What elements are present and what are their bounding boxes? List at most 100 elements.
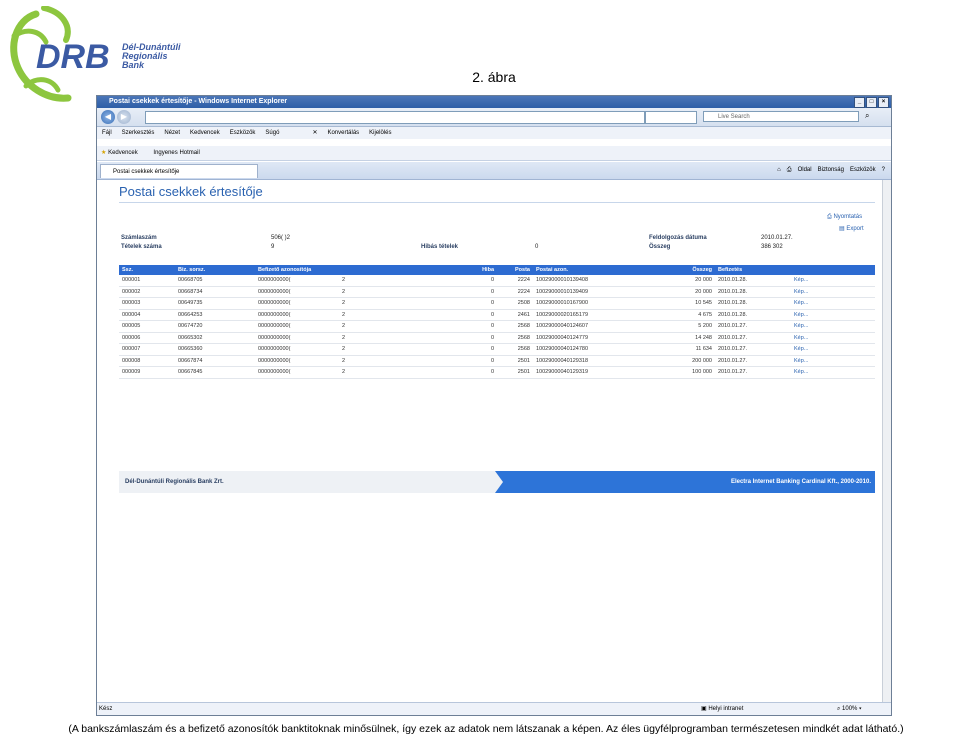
tab-bar: Postai csekkek értesítője ⌂ ⎙ Oldal Bizt… [97,162,891,180]
table-row[interactable]: 000001 00668705 0000000000(2 0 2224 100290000… [119,275,875,287]
table-row[interactable]: 000005 00674720 0000000000(2 0 2568 100290000… [119,320,875,333]
table-cell: 000007 [119,343,175,356]
menu-view[interactable]: Nézet [159,127,185,139]
close-toolbar-icon[interactable]: ✕ [284,127,322,139]
col-payment-date[interactable]: Befizetés [715,265,791,275]
col-post[interactable]: Posta [497,265,533,275]
table-row[interactable]: 000009 00667845 0000000000(2 0 2501 100290000… [119,366,875,379]
table-cell: 000006 [119,332,175,344]
image-link[interactable]: Kép... [791,366,875,379]
forward-icon[interactable]: ▶ [117,110,131,124]
menu-file[interactable]: Fájl [97,127,117,139]
table-cell: 11 634 [649,343,715,356]
security-menu[interactable]: Biztonság [818,162,844,179]
favorites-bar: ★ Kedvencek Ingyenes Hotmail [97,146,891,161]
menu-edit[interactable]: Szerkesztés [117,127,160,139]
browser-window: Postai csekkek értesítője - Windows Inte… [96,95,892,716]
table-cell: 2010.01.28. [715,286,791,298]
sum-value: 386 302 [761,244,783,250]
print-link[interactable]: ⎙ Nyomtatás [827,211,864,223]
table-cell: 2010.01.28. [715,297,791,310]
table-cell: 0 [381,366,497,379]
menu-tools[interactable]: Eszközök [225,127,261,139]
home-icon[interactable]: ⌂ [777,162,781,179]
address-toolbar: ◀ ▶ Live Search ⌕ [97,108,891,127]
col-payer-id[interactable]: Befizető azonosítója [255,265,339,275]
status-bar: Kész ▣ Helyi intranet ⌕ 100% ▾ [97,702,891,715]
table-cell: 0000000000( [255,332,339,344]
search-input[interactable]: Live Search [703,111,859,122]
col-image [791,265,875,275]
table-cell: 2010.01.27. [715,366,791,379]
table-cell: 2224 [497,286,533,298]
col-ssz[interactable]: Ssz. [119,265,175,275]
tools-menu[interactable]: Eszközök [850,162,876,179]
table-cell: 5 200 [649,320,715,333]
image-link[interactable]: Kép... [791,320,875,333]
image-link[interactable]: Kép... [791,355,875,367]
hotmail-link[interactable]: Ingyenes Hotmail [139,150,199,156]
image-link[interactable]: Kép... [791,309,875,321]
col-biz-sorsz[interactable]: Biz. sorsz. [175,265,255,275]
zoom-level[interactable]: ⌕ 100% ▾ [837,703,862,715]
select-button[interactable]: Kijelölés [364,127,396,139]
table-cell: 200 000 [649,355,715,367]
image-link[interactable]: Kép... [791,297,875,310]
table-row[interactable]: 000008 00667874 0000000000(2 0 2501 100290000… [119,355,875,367]
table-row[interactable]: 000007 00665360 0000000000(2 0 2568 100290000… [119,343,875,356]
table-cell: 2568 [497,332,533,344]
table-row[interactable]: 000003 00649735 0000000000(2 0 2508 100290000… [119,297,875,310]
convert-button[interactable]: Konvertálás [322,127,364,139]
menu-help[interactable]: Súgó [260,127,284,139]
account-label: Számlaszám [121,235,157,241]
table-cell: 0000000000( [255,286,339,298]
col-amount[interactable]: Összeg [649,265,715,275]
table-cell: 0000000000( [255,320,339,333]
table-cell: 2 [339,320,381,333]
tab-current[interactable]: Postai csekkek értesítője [100,164,258,178]
table-cell: 000001 [119,275,175,287]
table-cell: 0000000000( [255,297,339,310]
col-post-id[interactable]: Postai azon. [533,265,649,275]
table-cell: 0000000000( [255,343,339,356]
table-cell: 10029000040129318 [533,355,649,367]
table-cell: 10029000040124780 [533,343,649,356]
search-icon[interactable]: ⌕ [865,111,869,121]
table-cell: 2 [339,355,381,367]
menu-favorites[interactable]: Kedvencek [185,127,225,139]
table-cell: 2010.01.27. [715,355,791,367]
table-row[interactable]: 000002 00668734 0000000000(2 0 2224 100290000… [119,286,875,298]
address-extra-field[interactable] [645,111,697,124]
security-zone: ▣ Helyi intranet [701,706,744,712]
table-cell: 2 [339,275,381,287]
col-error[interactable]: Hiba [381,265,497,275]
export-link[interactable]: ▤ Export [827,223,864,235]
table-cell: 10029000040129319 [533,366,649,379]
sum-label: Összeg [649,244,671,250]
back-icon[interactable]: ◀ [101,110,115,124]
minimize-icon[interactable]: _ [854,97,865,108]
help-icon[interactable]: ? [882,162,885,179]
logo-bank-name: Dél-Dunántúli Regionális Bank [122,42,181,70]
address-input[interactable] [145,111,645,124]
close-icon[interactable]: × [878,97,889,108]
image-link[interactable]: Kép... [791,275,875,287]
image-link[interactable]: Kép... [791,332,875,344]
favorites-button[interactable]: Kedvencek [108,150,138,156]
table-cell: 10029000010139409 [533,286,649,298]
page-menu[interactable]: Oldal [798,162,812,179]
table-cell: 0000000000( [255,355,339,367]
image-link[interactable]: Kép... [791,343,875,356]
table-row[interactable]: 000004 00664253 0000000000(2 0 2461 100290000… [119,309,875,321]
vertical-scrollbar[interactable] [882,180,891,702]
table-row[interactable]: 000006 00665302 0000000000(2 0 2568 100290000… [119,332,875,344]
table-cell: 4 675 [649,309,715,321]
table-cell: 2224 [497,275,533,287]
table-cell: 0 [381,286,497,298]
title-divider [119,202,875,203]
image-link[interactable]: Kép... [791,286,875,298]
maximize-icon[interactable]: □ [866,97,877,108]
table-cell: 2508 [497,297,533,310]
print-icon[interactable]: ⎙ [787,162,792,179]
table-cell: 2 [339,286,381,298]
